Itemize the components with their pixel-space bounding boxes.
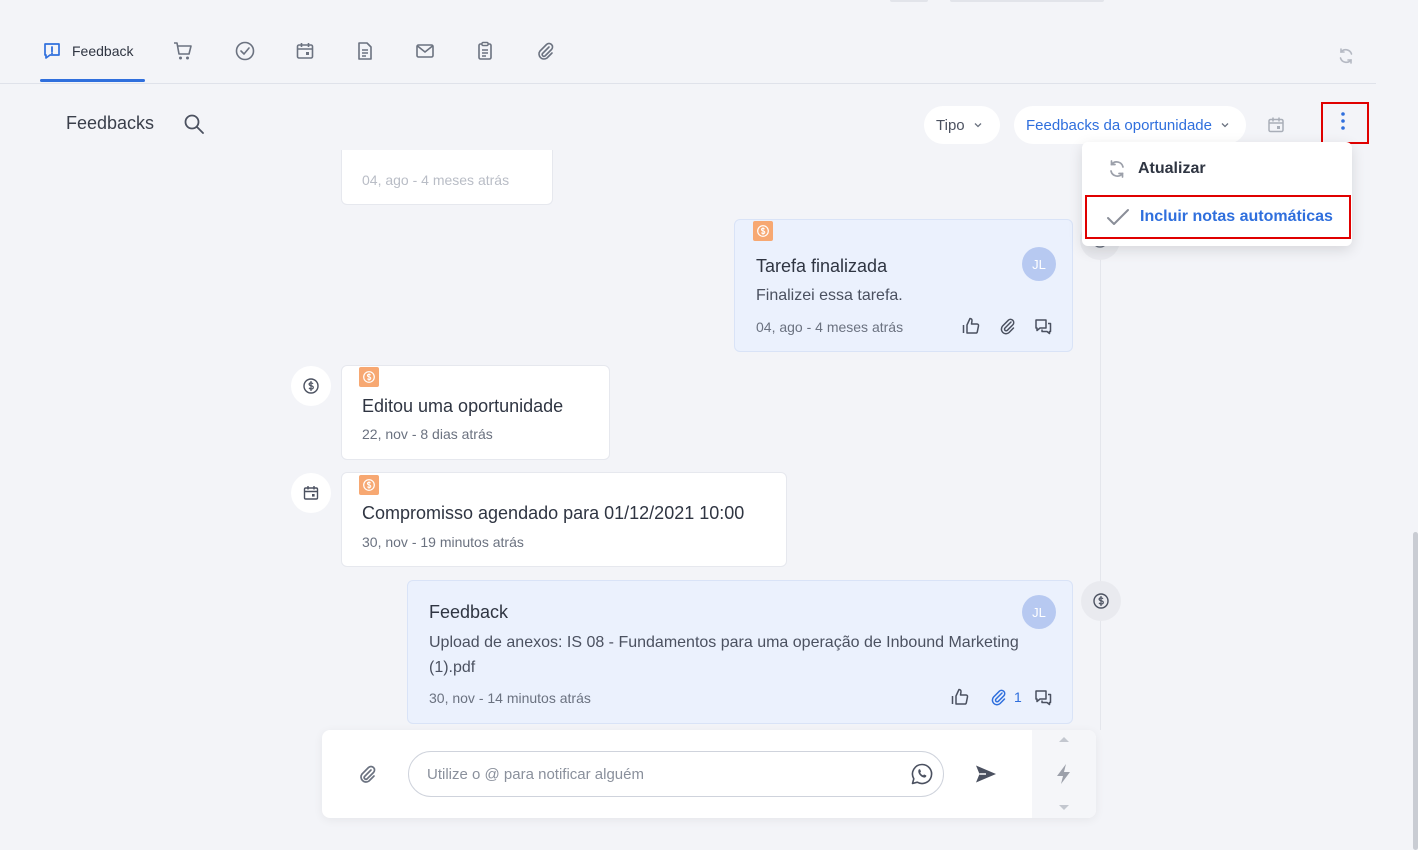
timeline-card-appointment: Compromisso agendado para 01/12/2021 10:…	[341, 472, 787, 567]
menu-item-label: Atualizar	[1138, 160, 1206, 177]
timeline-card-partial: 04, ago - 4 meses atrás	[341, 150, 553, 205]
attach-file-icon[interactable]	[356, 763, 378, 785]
calendar-icon	[294, 40, 316, 62]
quick-actions-panel	[1032, 730, 1096, 818]
card-meta: 04, ago - 4 meses atrás	[756, 319, 904, 335]
card-text-line2: (1).pdf	[429, 659, 476, 676]
avatar: JL	[1022, 247, 1056, 281]
card-text: Finalizei essa tarefa.	[756, 287, 903, 304]
like-icon[interactable]	[950, 687, 970, 707]
tab-feedback[interactable]: Feedback	[42, 36, 133, 66]
attachments-count: 1	[1014, 689, 1022, 705]
type-filter[interactable]: Tipo	[924, 106, 1000, 144]
tab-bar: Feedback	[0, 0, 1376, 84]
dollar-circle-icon	[1081, 581, 1121, 621]
search-icon[interactable]	[183, 113, 205, 135]
caret-down-icon[interactable]	[1058, 804, 1070, 812]
menu-item-refresh[interactable]: Atualizar	[1082, 146, 1352, 192]
card-meta: 30, nov - 14 minutos atrás	[429, 690, 591, 706]
avatar: JL	[1022, 595, 1056, 629]
dollar-badge-icon	[359, 367, 379, 387]
alert-square-icon	[42, 41, 62, 61]
more-options-highlight	[1321, 102, 1369, 144]
comment-icon[interactable]	[1033, 316, 1053, 336]
send-icon[interactable]	[974, 763, 998, 785]
refresh-icon	[1106, 158, 1128, 180]
document-icon	[354, 40, 376, 62]
card-meta: 22, nov - 8 dias atrás	[362, 426, 493, 442]
dollar-badge-icon	[359, 475, 379, 495]
tab-tasks[interactable]	[234, 36, 256, 66]
timeline-card-task: Tarefa finalizada Finalizei essa tarefa.…	[734, 219, 1073, 352]
paperclip-icon	[988, 687, 1008, 707]
check-circle-icon	[234, 40, 256, 62]
card-title: Editou uma oportunidade	[362, 396, 564, 416]
tab-attachments[interactable]	[534, 36, 556, 66]
tab-email[interactable]	[414, 36, 436, 66]
tab-calendar[interactable]	[294, 36, 316, 66]
calendar-circle-icon	[291, 473, 331, 513]
page-title: Feedbacks	[66, 113, 155, 133]
message-composer	[322, 730, 1096, 818]
tab-label: Feedback	[72, 43, 134, 59]
like-icon[interactable]	[961, 316, 981, 336]
tab-notes[interactable]	[474, 36, 496, 66]
card-meta: 04, ago - 4 meses atrás	[362, 172, 510, 188]
attachments-button[interactable]: 1	[988, 687, 1022, 707]
chevron-down-icon	[1220, 120, 1230, 130]
comment-icon[interactable]	[1033, 687, 1053, 707]
scope-filter-label: Feedbacks da oportunidade	[1026, 116, 1212, 134]
message-input[interactable]	[408, 751, 944, 797]
timeline-card-feedback: Feedback Upload de anexos: IS 08 - Funda…	[407, 580, 1073, 724]
tab-documents[interactable]	[354, 36, 376, 66]
card-title: Tarefa finalizada	[756, 256, 888, 276]
whatsapp-icon[interactable]	[910, 762, 934, 786]
card-title: Compromisso agendado para 01/12/2021 10:…	[362, 503, 745, 523]
timeline-card-opportunity: Editou uma oportunidade 22, nov - 8 dias…	[341, 365, 610, 460]
type-filter-label: Tipo	[936, 116, 965, 134]
paperclip-icon	[534, 40, 556, 62]
mail-icon	[414, 40, 436, 62]
active-tab-indicator	[40, 79, 145, 82]
tab-cart[interactable]	[172, 36, 194, 66]
chevron-down-icon	[973, 120, 983, 130]
clipboard-icon	[474, 40, 496, 62]
dollar-circle-icon	[291, 366, 331, 406]
lightning-icon[interactable]	[1055, 763, 1073, 785]
sync-icon[interactable]	[1336, 46, 1356, 66]
card-title: Feedback	[429, 602, 509, 622]
scrollbar[interactable]	[1413, 532, 1418, 850]
scope-filter[interactable]: Feedbacks da oportunidade	[1014, 106, 1246, 144]
card-text-line1: Upload de anexos: IS 08 - Fundamentos pa…	[429, 634, 1019, 651]
dollar-badge-icon	[753, 221, 773, 241]
cart-icon	[172, 40, 194, 62]
caret-up-icon[interactable]	[1058, 735, 1070, 743]
paperclip-icon[interactable]	[997, 316, 1017, 336]
card-meta: 30, nov - 19 minutos atrás	[362, 534, 524, 550]
menu-item-highlight	[1085, 195, 1351, 239]
timeline-line	[1100, 240, 1101, 730]
date-filter-calendar-icon[interactable]	[1266, 115, 1286, 135]
